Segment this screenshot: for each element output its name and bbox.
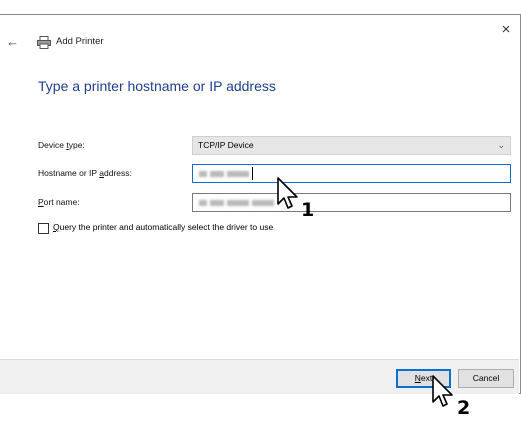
redacted-text xyxy=(210,171,224,177)
printer-icon xyxy=(37,36,51,49)
mouse-pointer-icon xyxy=(277,177,298,209)
query-printer-label[interactable]: Query the printer and automatically sele… xyxy=(53,222,273,232)
window-title: Add Printer xyxy=(56,36,104,47)
port-name-input[interactable] xyxy=(192,193,511,212)
step-number-2: 2 xyxy=(457,397,471,419)
redacted-text xyxy=(227,200,249,206)
back-arrow-icon[interactable]: ← xyxy=(6,35,19,49)
device-type-select[interactable]: TCP/IP Device ⌄ xyxy=(192,136,511,155)
redacted-text xyxy=(227,171,249,177)
hostname-label: Hostname or IP address: xyxy=(38,168,132,178)
device-type-value: TCP/IP Device xyxy=(198,140,254,150)
redacted-text xyxy=(199,200,207,206)
close-button[interactable]: × xyxy=(497,21,515,39)
mouse-pointer-icon xyxy=(432,375,453,407)
step-number-1: 1 xyxy=(301,199,315,221)
redacted-text xyxy=(252,200,274,206)
hostname-input[interactable] xyxy=(192,164,511,183)
device-type-label: Device type: xyxy=(38,140,85,150)
redacted-text xyxy=(199,171,207,177)
query-printer-checkbox[interactable] xyxy=(38,223,49,234)
text-caret xyxy=(252,167,253,180)
port-name-label: Port name: xyxy=(38,197,80,207)
page-heading: Type a printer hostname or IP address xyxy=(38,78,276,94)
cancel-button[interactable]: Cancel xyxy=(458,369,514,388)
redacted-text xyxy=(210,200,224,206)
chevron-down-icon: ⌄ xyxy=(497,140,505,150)
